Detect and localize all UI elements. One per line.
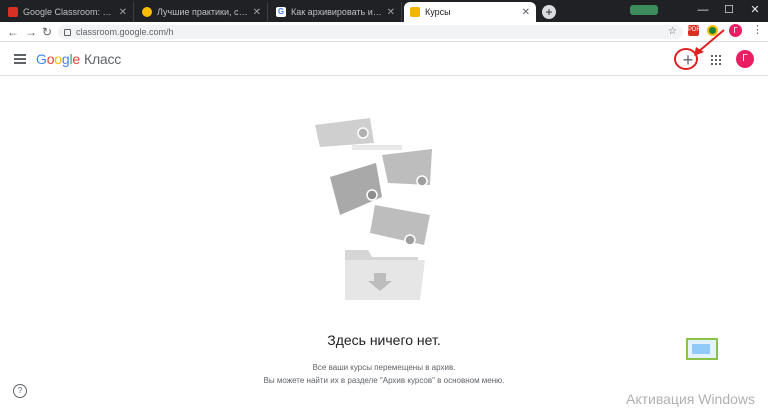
product-name: Класс: [84, 51, 122, 67]
help-icon[interactable]: ?: [13, 384, 27, 398]
app-header: Google Класс + Г: [0, 42, 768, 76]
tab-favicon-icon: [142, 7, 152, 17]
google-classroom-logo[interactable]: Google Класс: [36, 51, 121, 67]
tab-courses[interactable]: Курсы ✕: [404, 2, 536, 22]
tab-title: Курсы: [425, 7, 451, 17]
browser-profile-indicator: [630, 5, 658, 15]
browser-menu-icon[interactable]: ⋮: [752, 24, 763, 37]
window-controls: — ☐ ✕: [690, 3, 768, 17]
tab-classroom-features[interactable]: Google Classroom: функционал ✕: [2, 2, 134, 22]
tab-close-icon[interactable]: ✕: [119, 7, 127, 18]
tab-title: Как архивировать и удалять кур: [291, 7, 383, 17]
tab-favicon-icon: [8, 7, 18, 17]
empty-state-hint: Вы можете найти их в разделе "Архив курс…: [263, 376, 505, 385]
flying-card: [315, 118, 374, 147]
flying-card: [370, 205, 430, 246]
classroom-favicon-icon: [410, 7, 420, 17]
url-text: classroom.google.com/h: [76, 27, 174, 37]
close-window-icon[interactable]: ✕: [742, 3, 768, 17]
url-input[interactable]: classroom.google.com/h ☆: [58, 25, 683, 39]
empty-state-message: Все ваши курсы перемещены в архив.: [312, 363, 456, 372]
new-tab-button[interactable]: +: [542, 5, 556, 19]
tab-close-icon[interactable]: ✕: [253, 7, 261, 18]
tab-archive-courses[interactable]: G Как архивировать и удалять кур ✕: [270, 2, 402, 22]
lock-icon: [64, 29, 71, 36]
windows-activation-watermark: Активация Windows: [626, 391, 756, 407]
archived-folder-illustration: [315, 118, 432, 300]
browser-profile-avatar[interactable]: Г: [729, 24, 742, 37]
tab-close-icon[interactable]: ✕: [387, 7, 395, 18]
back-arrow-icon[interactable]: ←: [7, 25, 19, 39]
tab-title: Google Classroom: функционал: [23, 7, 115, 17]
floating-screenshot-widget[interactable]: [686, 338, 718, 360]
address-bar-row: ← → ↻ classroom.google.com/h ☆: [0, 22, 768, 42]
google-g-icon: G: [276, 7, 286, 17]
maximize-icon[interactable]: ☐: [716, 3, 742, 17]
empty-state-title: Здесь ничего нет.: [327, 332, 441, 348]
account-avatar[interactable]: Г: [736, 50, 754, 68]
main-menu-icon[interactable]: [14, 54, 26, 64]
reload-icon[interactable]: ↻: [42, 25, 52, 39]
flying-card: [382, 149, 432, 187]
flying-card: [330, 163, 382, 215]
forward-arrow-icon[interactable]: →: [25, 25, 37, 39]
bookmark-star-icon[interactable]: ☆: [668, 25, 677, 39]
folder-icon: [345, 250, 425, 300]
tab-close-icon[interactable]: ✕: [522, 7, 530, 18]
minimize-icon[interactable]: —: [690, 3, 716, 17]
tab-best-practices[interactable]: Лучшие практики, советы и ин ✕: [136, 2, 268, 22]
tab-title: Лучшие практики, советы и ин: [157, 7, 249, 17]
annotation-arrow: [694, 29, 725, 56]
